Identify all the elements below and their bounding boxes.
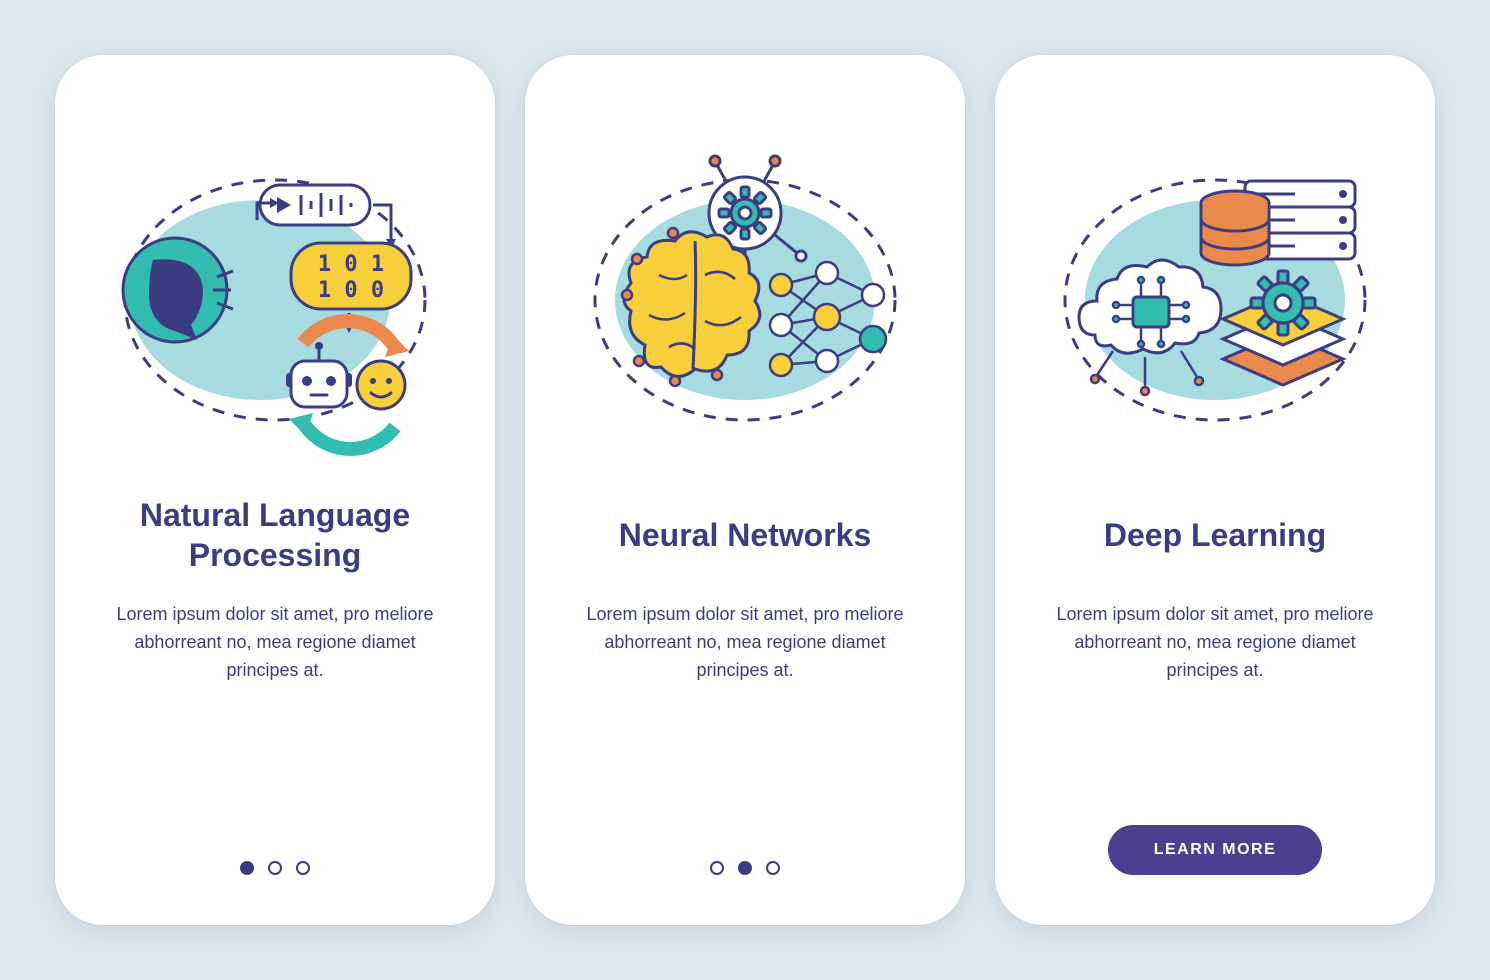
onboarding-card-dl: Deep Learning Lorem ipsum dolor sit amet… xyxy=(995,55,1435,925)
nn-illustration xyxy=(575,125,915,465)
dot-3[interactable] xyxy=(296,861,310,875)
dot-2[interactable] xyxy=(738,861,752,875)
onboarding-card-nn: Neural Networks Lorem ipsum dolor sit am… xyxy=(525,55,965,925)
card-desc: Lorem ipsum dolor sit amet, pro meliore … xyxy=(115,601,435,685)
dot-3[interactable] xyxy=(766,861,780,875)
card-title: Neural Networks xyxy=(619,495,872,575)
card-footer: LEARN MORE xyxy=(995,825,1435,875)
card-title: Deep Learning xyxy=(1104,495,1326,575)
nlp-illustration: 1 0 1 1 0 0 xyxy=(105,125,445,465)
binary-chip-icon: 1 0 1 1 0 0 xyxy=(291,243,411,309)
dot-1[interactable] xyxy=(710,861,724,875)
learn-more-button[interactable]: LEARN MORE xyxy=(1108,825,1323,875)
server-database-icon xyxy=(1201,181,1355,265)
card-footer xyxy=(55,861,495,875)
dl-illustration xyxy=(1045,125,1385,465)
dot-2[interactable] xyxy=(268,861,282,875)
card-desc: Lorem ipsum dolor sit amet, pro meliore … xyxy=(1055,601,1375,685)
onboarding-card-nlp: 1 0 1 1 0 0 xyxy=(55,55,495,925)
svg-text:1 0 0: 1 0 0 xyxy=(318,278,384,303)
page-dots xyxy=(710,861,780,875)
card-footer xyxy=(525,861,965,875)
card-title: Natural Language Processing xyxy=(105,495,445,575)
card-desc: Lorem ipsum dolor sit amet, pro meliore … xyxy=(585,601,905,685)
dot-1[interactable] xyxy=(240,861,254,875)
svg-text:1 0 1: 1 0 1 xyxy=(318,252,384,277)
audio-chip-icon xyxy=(260,185,370,225)
page-dots xyxy=(240,861,310,875)
